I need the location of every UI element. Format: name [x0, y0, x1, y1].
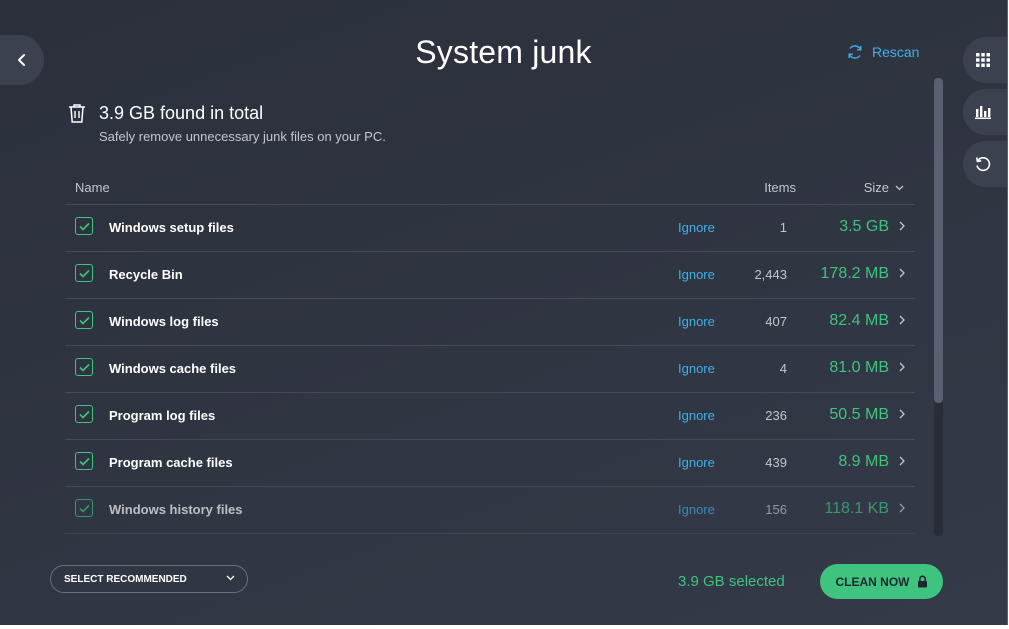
column-size-sort[interactable]: Size: [864, 180, 904, 195]
ignore-link[interactable]: Ignore: [678, 314, 715, 329]
table-row[interactable]: Windows cache files Ignore 4 81.0 MB: [65, 346, 915, 393]
checkmark-icon: [78, 269, 90, 278]
table-row[interactable]: Windows log files Ignore 407 82.4 MB: [65, 299, 915, 346]
checkmark-icon: [78, 504, 90, 513]
apps-button[interactable]: [963, 37, 1007, 83]
chevron-right-icon[interactable]: [899, 268, 905, 278]
checkmark-icon: [78, 410, 90, 419]
row-items: 407: [765, 314, 787, 329]
ignore-link[interactable]: Ignore: [678, 361, 715, 376]
table-row[interactable]: Windows history files Ignore 156 118.1 K…: [65, 487, 915, 534]
table-header: Name Items Size: [65, 172, 915, 205]
table-row[interactable]: Windows setup files Ignore 1 3.5 GB: [65, 205, 915, 252]
row-size: 178.2 MB: [820, 265, 889, 282]
row-name: Program cache files: [109, 455, 233, 470]
ignore-link[interactable]: Ignore: [678, 408, 715, 423]
rescan-label: Rescan: [872, 44, 920, 60]
bar-chart-icon: [975, 106, 991, 119]
row-size: 3.5 GB: [839, 218, 889, 235]
row-checkbox[interactable]: [75, 217, 93, 235]
chevron-right-icon[interactable]: [899, 315, 905, 325]
app-window: System junk Rescan 3.9 GB found in total…: [0, 0, 1008, 626]
ignore-link[interactable]: Ignore: [678, 502, 715, 517]
checkmark-icon: [78, 316, 90, 325]
table-row[interactable]: Program cache files Ignore 439 8.9 MB: [65, 440, 915, 487]
row-items: 4: [779, 361, 787, 376]
clean-now-label: CLEAN NOW: [835, 574, 910, 589]
total-found: 3.9 GB found in total: [99, 103, 264, 123]
row-name: Windows cache files: [109, 361, 237, 376]
row-name: Windows setup files: [109, 220, 234, 235]
row-name: Recycle Bin: [109, 267, 183, 282]
checkmark-icon: [78, 363, 90, 372]
clean-now-button[interactable]: CLEAN NOW: [820, 564, 943, 599]
ignore-link[interactable]: Ignore: [678, 220, 715, 235]
row-size: 81.0 MB: [829, 359, 889, 376]
trash-icon: [69, 104, 85, 123]
row-name: Windows history files: [109, 502, 243, 517]
chevron-right-icon[interactable]: [899, 221, 905, 231]
grid-icon: [976, 53, 990, 67]
selected-total: 3.9 GB selected: [678, 573, 785, 590]
ignore-link[interactable]: Ignore: [678, 455, 715, 470]
column-items: Items: [764, 180, 796, 195]
row-checkbox[interactable]: [75, 499, 93, 517]
table-row[interactable]: Program log files Ignore 236 50.5 MB: [65, 393, 915, 440]
row-checkbox[interactable]: [75, 311, 93, 329]
row-size: 50.5 MB: [829, 406, 889, 423]
chevron-down-icon: [895, 185, 904, 190]
row-items: 2,443: [754, 267, 787, 282]
undo-history-icon: [976, 157, 991, 172]
chevron-right-icon[interactable]: [899, 503, 905, 513]
row-items: 439: [765, 455, 787, 470]
row-size: 118.1 KB: [824, 500, 889, 517]
row-name: Program log files: [109, 408, 216, 423]
table-row[interactable]: Recycle Bin Ignore 2,443 178.2 MB: [65, 252, 915, 299]
checkmark-icon: [78, 222, 90, 231]
row-size: 8.9 MB: [838, 453, 889, 470]
stats-button[interactable]: [963, 89, 1007, 135]
select-recommended-dropdown[interactable]: SELECT RECOMMENDED: [50, 565, 248, 593]
junk-table: Name Items Size Windows setup files Igno…: [65, 172, 915, 534]
desktop-strip: [0, 625, 1009, 629]
summary-subtitle: Safely remove unnecessary junk files on …: [99, 129, 386, 144]
row-name: Windows log files: [109, 314, 219, 329]
chevron-right-icon[interactable]: [899, 409, 905, 419]
row-checkbox[interactable]: [75, 264, 93, 282]
row-checkbox[interactable]: [75, 405, 93, 423]
row-size: 82.4 MB: [829, 312, 889, 329]
checkmark-icon: [78, 457, 90, 466]
select-recommended-label: SELECT RECOMMENDED: [64, 573, 187, 585]
history-button[interactable]: [963, 141, 1007, 187]
column-size-label: Size: [863, 180, 889, 195]
refresh-icon: [848, 45, 862, 59]
lock-icon: [917, 575, 927, 588]
row-items: 1: [779, 220, 787, 235]
row-checkbox[interactable]: [75, 358, 93, 376]
ignore-link[interactable]: Ignore: [678, 267, 715, 282]
rescan-button[interactable]: Rescan: [846, 43, 919, 61]
chevron-right-icon[interactable]: [899, 456, 905, 466]
row-items: 236: [765, 408, 787, 423]
chevron-right-icon[interactable]: [899, 362, 905, 372]
column-name: Name: [75, 180, 110, 195]
chevron-down-icon: [226, 575, 235, 581]
scrollbar-thumb[interactable]: [934, 78, 943, 403]
row-items: 156: [765, 502, 787, 517]
row-checkbox[interactable]: [75, 452, 93, 470]
